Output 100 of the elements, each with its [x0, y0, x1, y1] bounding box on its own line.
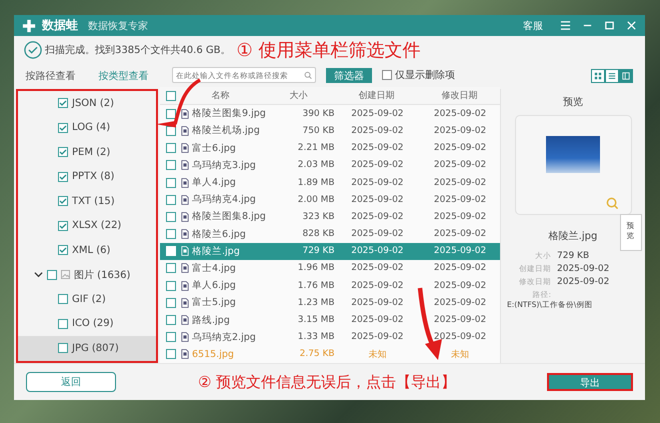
back-button[interactable]: 返回 [26, 372, 116, 392]
close-icon[interactable] [626, 20, 637, 31]
file-name: 6515.jpg [192, 348, 235, 360]
file-row[interactable]: 格陵兰图集9.jpg 390 KB 2025-09-02 2025-09-02 [160, 105, 500, 122]
image-file-icon [181, 212, 189, 222]
row-checkbox[interactable] [166, 194, 176, 205]
image-file-icon [181, 194, 189, 205]
row-checkbox[interactable] [166, 160, 176, 170]
file-type-item[interactable]: PPTX (8) [18, 164, 156, 189]
app-subtitle: 数据恢复专家 [88, 20, 148, 32]
file-type-item[interactable]: PEM (2) [18, 140, 156, 164]
file-row[interactable]: 乌玛纳克2.jpg 1.33 MB 2025-09-02 2025-09-02 [160, 328, 500, 346]
modified-date: 未知 [450, 348, 470, 361]
column-header[interactable]: 大小 [262, 89, 334, 102]
file-row[interactable]: 路线.jpg 3.15 MB 2025-09-02 2025-09-02 [160, 311, 500, 329]
file-type-item[interactable]: JPG (807) [18, 336, 156, 360]
grid-view-button[interactable] [591, 69, 605, 83]
file-size: 729 KB [301, 246, 335, 256]
menu-icon[interactable] [560, 20, 571, 31]
column-header[interactable]: 修改日期 [418, 89, 500, 102]
file-size: 323 KB [301, 212, 335, 222]
view-tab[interactable]: 按类型查看 [98, 69, 148, 83]
file-type-item[interactable]: LOG (4) [18, 116, 156, 140]
file-row[interactable]: 乌玛纳克3.jpg 2.03 MB 2025-09-02 2025-09-02 [160, 156, 500, 174]
row-checkbox[interactable] [166, 229, 176, 240]
view-tab[interactable]: 按路径查看 [26, 69, 76, 83]
file-type-item[interactable]: XLSX (22) [18, 214, 156, 238]
file-row[interactable]: 格陵兰机场.jpg 750 KB 2025-09-02 2025-09-02 [160, 122, 500, 140]
select-all-checkbox[interactable] [166, 90, 176, 101]
file-row[interactable]: 乌玛纳克4.jpg 2.00 MB 2025-09-02 2025-09-02 [160, 191, 500, 208]
file-row[interactable]: 单人6.jpg 1.76 MB 2025-09-02 2025-09-02 [160, 277, 500, 294]
checkbox[interactable] [58, 196, 68, 206]
file-row[interactable]: 富士4.jpg 1.96 MB 2025-09-02 2025-09-02 [160, 260, 500, 278]
image-file-icon [181, 332, 189, 342]
checkbox[interactable] [58, 318, 68, 329]
row-checkbox[interactable] [166, 298, 176, 308]
export-button[interactable]: 导出 [547, 373, 633, 391]
checkbox[interactable] [58, 294, 68, 304]
file-type-item[interactable]: JSON (2) [18, 91, 156, 116]
checkbox[interactable] [58, 98, 68, 108]
column-header[interactable]: 名称 [178, 89, 263, 102]
file-row[interactable]: 格陵兰.jpg 729 KB 2025-09-02 2025-09-02 [160, 242, 500, 260]
checkbox[interactable] [47, 270, 57, 280]
list-view-button[interactable] [605, 69, 619, 83]
checkbox[interactable] [58, 343, 68, 354]
list-icon[interactable] [608, 72, 616, 80]
file-type-item[interactable]: 图片 (1636) [18, 262, 156, 287]
file-type-item[interactable]: ICO (29) [18, 312, 156, 336]
image-file-icon [181, 246, 189, 256]
file-type-item[interactable]: TXT (15) [18, 189, 156, 214]
search-icon[interactable] [304, 70, 312, 80]
modified-date: 2025-09-02 [432, 160, 488, 170]
row-checkbox[interactable] [166, 178, 176, 188]
row-checkbox[interactable] [166, 263, 176, 274]
checkbox[interactable] [58, 245, 68, 256]
file-size: 2.00 MB [296, 194, 335, 205]
row-checkbox[interactable] [166, 315, 176, 326]
file-type-item[interactable]: XML (6) [18, 238, 156, 262]
file-row[interactable]: 格陵兰6.jpg 828 KB 2025-09-02 2025-09-02 [160, 226, 500, 243]
file-row[interactable]: 富士6.jpg 2.21 MB 2025-09-02 2025-09-02 [160, 140, 500, 157]
column-header[interactable]: 创建日期 [334, 89, 419, 102]
file-name: 乌玛纳克3.jpg [192, 158, 257, 172]
detail-view-button[interactable] [619, 69, 633, 83]
file-size: 2.21 MB [296, 143, 335, 154]
image-file-icon [181, 298, 189, 308]
modified-date: 2025-09-02 [432, 108, 488, 119]
grid-icon[interactable] [594, 72, 602, 80]
maximize-icon[interactable] [604, 20, 615, 31]
row-checkbox[interactable] [166, 126, 176, 136]
row-checkbox[interactable] [166, 332, 176, 342]
file-size: 1.89 MB [296, 178, 335, 188]
modified-date: 2025-09-02 [432, 143, 488, 154]
row-checkbox[interactable] [166, 280, 176, 291]
support-link[interactable]: 客服 [523, 18, 543, 32]
deleted-only-checkbox[interactable]: 仅显示删除项 [382, 68, 455, 82]
chevron-icon[interactable] [34, 270, 43, 280]
row-checkbox[interactable] [166, 349, 176, 360]
image-file-icon [181, 143, 189, 154]
checkbox[interactable] [58, 122, 68, 133]
row-checkbox[interactable] [166, 108, 176, 119]
file-size: 2.75 KB [298, 349, 335, 360]
file-row[interactable]: 富士5.jpg 1.23 MB 2025-09-02 2025-09-02 [160, 294, 500, 312]
checkbox[interactable] [58, 147, 68, 158]
preview-file-name: 格陵兰.jpg [548, 230, 598, 243]
filter-button[interactable]: 筛选器 [326, 68, 372, 83]
file-name: 富士4.jpg [192, 262, 237, 275]
modified-date: 2025-09-02 [432, 280, 488, 291]
cross-logo-icon [22, 18, 36, 32]
property-value: 729 KB [557, 251, 590, 261]
file-row[interactable]: 格陵兰图集8.jpg 323 KB 2025-09-02 2025-09-02 [160, 208, 500, 226]
modified-date: 2025-09-02 [432, 315, 488, 326]
checkbox[interactable] [58, 172, 68, 182]
file-type-item[interactable]: GIF (2) [18, 287, 156, 312]
row-checkbox[interactable] [166, 143, 176, 154]
property-value: 2025-09-02 [557, 264, 610, 274]
file-row[interactable]: 单人4.jpg 1.89 MB 2025-09-02 2025-09-02 [160, 174, 500, 192]
checkbox[interactable] [58, 220, 68, 231]
panel-icon[interactable] [622, 72, 630, 80]
created-date: 2025-09-02 [350, 246, 405, 256]
row-checkbox[interactable] [166, 212, 176, 222]
